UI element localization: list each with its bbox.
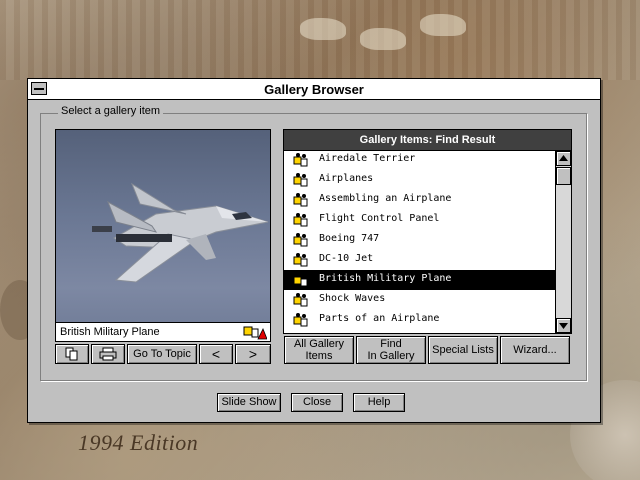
list-item-label: Flight Control Panel [319, 213, 440, 224]
button-label-line: Items [305, 350, 333, 362]
list-item[interactable]: Airedale Terrier [284, 151, 555, 170]
slide-show-button[interactable]: Slide Show [217, 393, 281, 412]
military-jet-picture [92, 182, 269, 283]
list-item[interactable]: DC-10 Jet [284, 250, 555, 270]
wizard-button[interactable]: Wizard... [500, 336, 570, 364]
gallery-media-icon [293, 213, 308, 227]
list-item-label: Boeing 747 [319, 233, 380, 244]
all-gallery-items-button[interactable]: All Gallery Items [284, 336, 354, 364]
gallery-media-icon [293, 193, 308, 207]
list-item-label: British Military Plane [319, 273, 452, 284]
copy-button[interactable] [55, 344, 89, 364]
group-label: Select a gallery item [58, 105, 164, 117]
scroll-up-button[interactable] [556, 151, 571, 166]
next-item-button[interactable]: > [235, 344, 271, 364]
gallery-media-icon [293, 153, 308, 167]
media-type-icon [243, 326, 267, 340]
copy-icon [65, 347, 78, 361]
gallery-media-icon [293, 273, 308, 287]
preview-caption: British Military Plane [60, 326, 160, 338]
button-label-line: All Gallery [293, 338, 345, 350]
close-button[interactable]: Close [291, 393, 343, 412]
list-item[interactable]: Airplanes [284, 170, 555, 190]
gallery-browser-window: Gallery Browser Select a gallery item Br… [27, 78, 601, 423]
printer-icon [99, 347, 117, 361]
list-item[interactable]: Boeing 747 [284, 230, 555, 250]
window-title: Gallery Browser [264, 82, 364, 97]
title-bar[interactable]: Gallery Browser [28, 79, 600, 100]
cave-painting-figure [300, 18, 346, 40]
list-item[interactable]: Flight Control Panel [284, 210, 555, 230]
gallery-media-icon [293, 233, 308, 247]
list-item-label: Parts of an Airplane [319, 313, 440, 324]
gallery-items-list[interactable]: Airedale Terrier Airplanes Assembling an A… [283, 151, 556, 334]
gallery-media-icon [293, 253, 308, 267]
edition-label: 1994 Edition [78, 430, 199, 455]
previous-item-button[interactable]: < [199, 344, 233, 364]
list-item[interactable]: Parts of an Airplane [284, 310, 555, 330]
cave-painting-figure [360, 28, 406, 50]
list-item-label: Airplanes [319, 173, 374, 184]
print-button[interactable] [91, 344, 125, 364]
list-item-label: Airedale Terrier [319, 153, 416, 164]
list-scrollbar[interactable] [556, 151, 572, 334]
arrow-up-icon [559, 155, 568, 161]
scroll-down-button[interactable] [556, 318, 571, 333]
help-button[interactable]: Help [353, 393, 405, 412]
preview-caption-bar: British Military Plane [55, 322, 271, 342]
list-header: Gallery Items: Find Result [283, 129, 572, 151]
go-to-topic-button[interactable]: Go To Topic [127, 344, 197, 364]
gallery-media-icon [293, 313, 308, 327]
list-item[interactable]: Shock Waves [284, 290, 555, 310]
list-item-label: Shock Waves [319, 293, 386, 304]
list-item[interactable]: British Military Plane [284, 270, 555, 290]
gallery-preview-image [55, 129, 271, 342]
scroll-thumb[interactable] [556, 167, 571, 185]
cave-painting-figure [420, 14, 466, 36]
gallery-media-icon [293, 293, 308, 307]
find-in-gallery-button[interactable]: Find In Gallery [356, 336, 426, 364]
button-label-line: In Gallery [367, 350, 415, 362]
button-label-line: Find [380, 338, 402, 350]
list-item[interactable]: Assembling an Airplane [284, 190, 555, 210]
background-texture [0, 0, 640, 80]
list-item-label: DC-10 Jet [319, 253, 374, 264]
list-item-label: Assembling an Airplane [319, 193, 452, 204]
arrow-down-icon [559, 323, 568, 329]
special-lists-button[interactable]: Special Lists [428, 336, 498, 364]
gallery-media-icon [293, 173, 308, 187]
